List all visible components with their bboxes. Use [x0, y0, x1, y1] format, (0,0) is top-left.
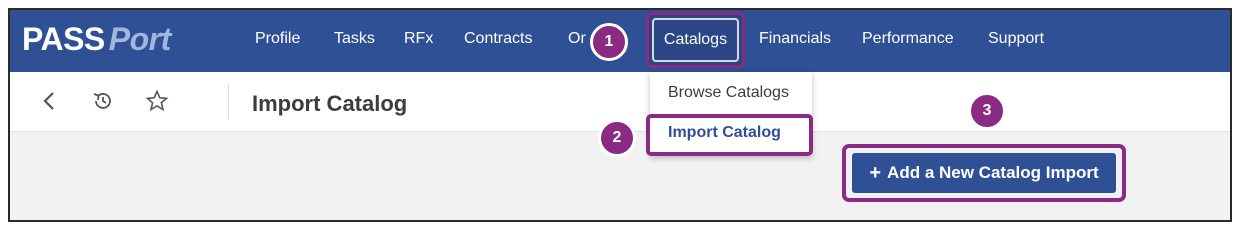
nav-item-financials[interactable]: Financials — [759, 30, 831, 48]
nav-item-performance[interactable]: Performance — [862, 30, 954, 48]
star-icon — [145, 89, 169, 112]
nav-item-profile[interactable]: Profile — [255, 30, 300, 48]
import-catalog-highlight — [646, 114, 813, 156]
step-badge-3: 3 — [968, 92, 1006, 130]
nav-item-tasks[interactable]: Tasks — [334, 30, 375, 48]
nav-item-support[interactable]: Support — [988, 30, 1044, 48]
add-button-label: Add a New Catalog Import — [887, 163, 1099, 182]
plus-icon: + — [869, 161, 882, 184]
page-title: Import Catalog — [252, 91, 408, 116]
favorite-button[interactable] — [144, 88, 170, 114]
nav-item-contracts[interactable]: Contracts — [464, 30, 532, 48]
nav-item-catalogs[interactable]: Catalogs — [652, 18, 739, 62]
toolbar-divider — [228, 84, 229, 120]
nav-item-catalogs-highlight: Catalogs — [646, 12, 745, 68]
chevron-left-icon — [43, 92, 54, 110]
dropdown-item-browse-catalogs[interactable]: Browse Catalogs — [668, 84, 789, 102]
step-badge-1: 1 — [590, 23, 628, 61]
logo-pass-text: PASS — [22, 21, 105, 57]
history-button[interactable] — [90, 88, 116, 114]
back-button[interactable] — [36, 88, 62, 114]
logo-port-text: Port — [108, 21, 172, 57]
nav-item-catalogs-label: Catalogs — [663, 31, 728, 48]
add-new-catalog-import-button[interactable]: + Add a New Catalog Import — [852, 153, 1116, 193]
nav-item-orders-truncated[interactable]: Or — [568, 30, 586, 48]
step-badge-2: 2 — [598, 119, 636, 157]
history-icon — [93, 93, 111, 109]
passport-logo[interactable]: PASS Port — [22, 21, 171, 58]
app-window: PASS Port Profile Tasks RFx Contracts Or … — [8, 8, 1232, 222]
nav-item-rfx[interactable]: RFx — [404, 30, 433, 48]
